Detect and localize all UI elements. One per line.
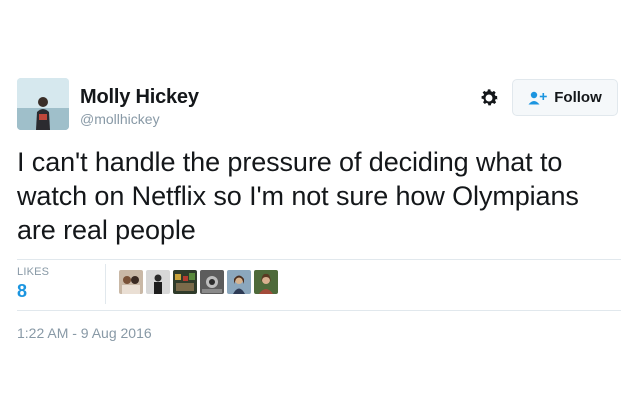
likers-avatar-list [119, 270, 278, 294]
gear-icon[interactable] [478, 87, 500, 109]
likes-label: LIKES [17, 266, 50, 278]
liker-avatar[interactable] [227, 270, 251, 294]
divider [17, 310, 621, 311]
follow-button[interactable]: Follow [512, 79, 618, 116]
author-handle[interactable]: @mollhickey [80, 111, 160, 127]
author-avatar[interactable] [17, 78, 69, 130]
author-display-name[interactable]: Molly Hickey [80, 86, 199, 109]
tweet-text: I can't handle the pressure of deciding … [17, 147, 579, 245]
liker-avatar[interactable] [254, 270, 278, 294]
add-person-icon [528, 91, 548, 105]
liker-avatar[interactable] [146, 270, 170, 294]
tweet-card: Molly Hickey @mollhickey Follow I can't … [0, 0, 640, 414]
liker-avatar[interactable] [119, 270, 143, 294]
divider [17, 259, 621, 260]
profile-photo-icon [17, 78, 69, 130]
follow-button-label: Follow [554, 89, 602, 106]
tweet-timestamp[interactable]: 1:22 AM - 9 Aug 2016 [17, 325, 152, 341]
likes-stat[interactable]: LIKES 8 [17, 266, 105, 306]
stat-separator [105, 264, 106, 304]
liker-avatar[interactable] [173, 270, 197, 294]
liker-avatar[interactable] [200, 270, 224, 294]
likes-count: 8 [17, 281, 28, 301]
